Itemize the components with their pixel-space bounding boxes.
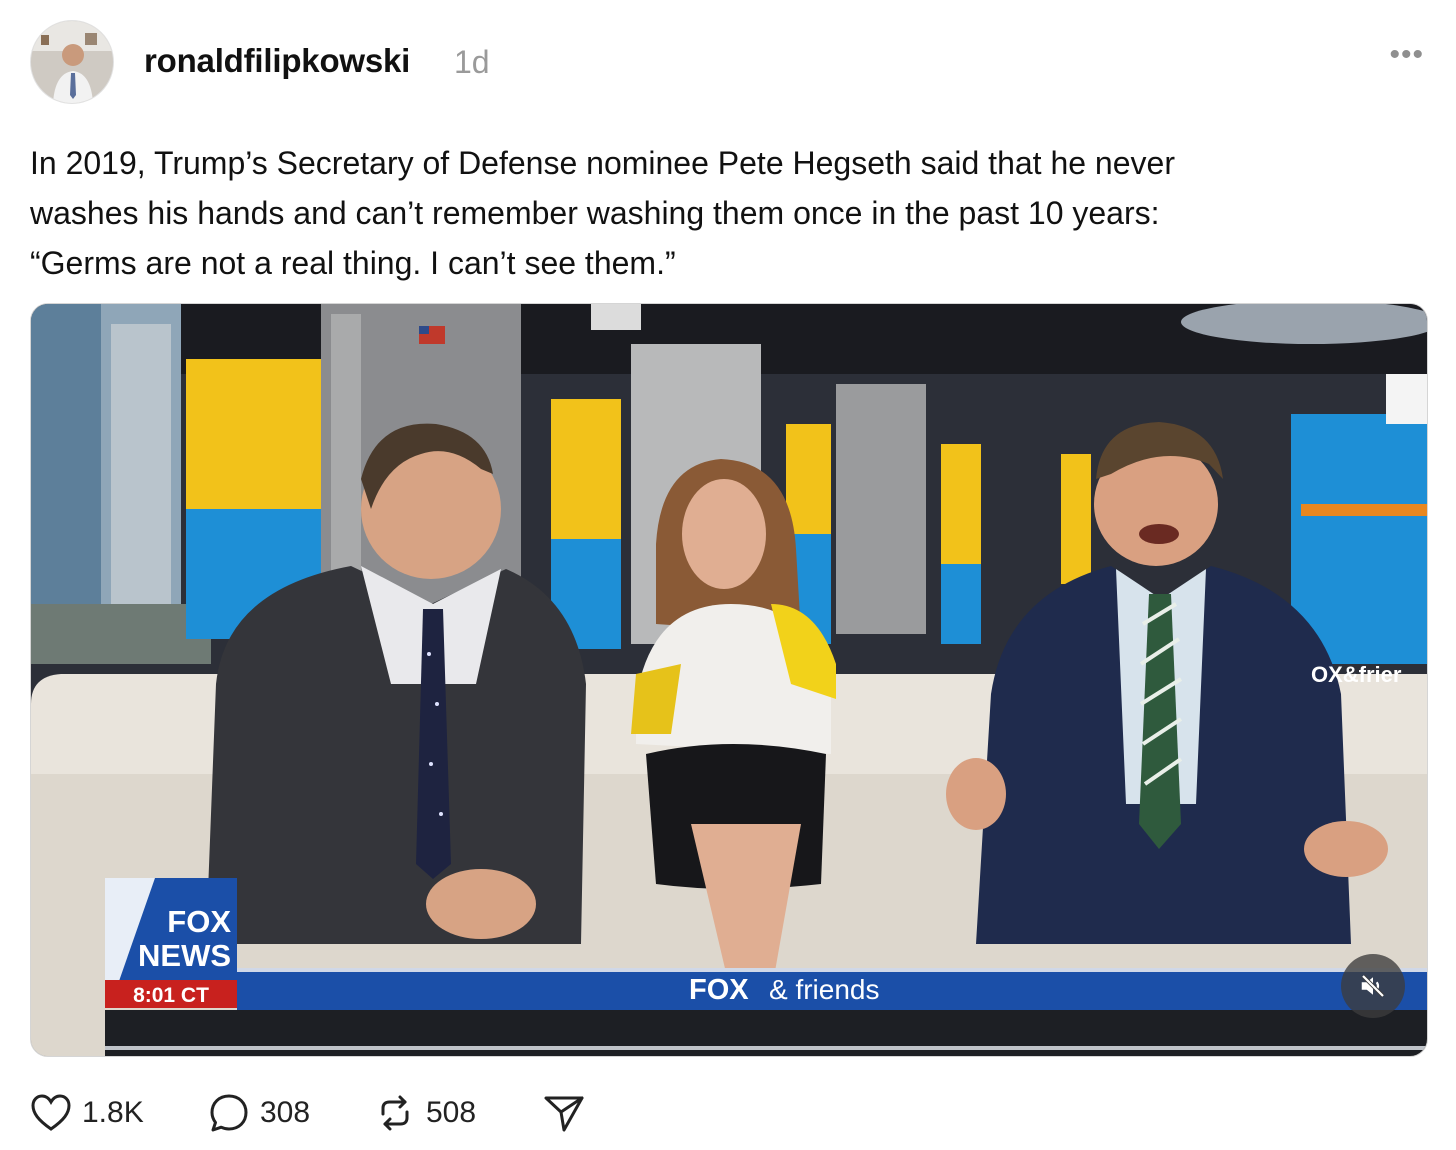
video-frame: OX&frier FOX NEWS 8:01 CT FOX & friends [31, 304, 1427, 1056]
video-player[interactable]: OX&frier FOX NEWS 8:01 CT FOX & friends [30, 303, 1428, 1057]
avatar[interactable] [30, 20, 114, 104]
timestamp: 1d [454, 44, 490, 80]
post-header: ronaldfilipkowski 1d ••• [30, 20, 1426, 104]
comment-bubble-icon [210, 1094, 248, 1132]
repost-count: 508 [426, 1096, 477, 1129]
more-options-icon[interactable]: ••• [1389, 40, 1424, 70]
repost-icon [381, 1095, 409, 1131]
speaker-muted-icon [1361, 974, 1385, 998]
logo-text-fox: FOX [167, 904, 231, 939]
username[interactable]: ronaldfilipkowski [144, 42, 410, 80]
mute-button[interactable] [1341, 954, 1405, 1018]
show-name-text: & friends [769, 974, 880, 1005]
reply-count: 308 [260, 1096, 311, 1129]
heart-icon [31, 1094, 71, 1131]
share-button[interactable] [542, 1086, 586, 1140]
post-text-line: “Germs are not a real thing. I can’t see… [30, 245, 676, 281]
post-text-line: In 2019, Trump’s Secretary of Defense no… [30, 145, 1175, 181]
like-count: 1.8K [82, 1096, 144, 1129]
show-brand-text: FOX [689, 974, 749, 1006]
post-text-line: washes his hands and can’t remember wash… [30, 195, 1160, 231]
send-icon [544, 1096, 584, 1132]
post-text: In 2019, Trump’s Secretary of Defense no… [30, 138, 1410, 288]
logo-text-news: NEWS [138, 938, 231, 973]
clock-text: 8:01 CT [133, 984, 209, 1007]
repost-button[interactable]: 508 [374, 1086, 476, 1140]
action-bar: 1.8K 308 508 [30, 1086, 730, 1140]
reply-button[interactable]: 308 [208, 1086, 310, 1140]
corner-bug-text: OX&frier [1311, 662, 1402, 687]
like-button[interactable]: 1.8K [30, 1086, 144, 1140]
